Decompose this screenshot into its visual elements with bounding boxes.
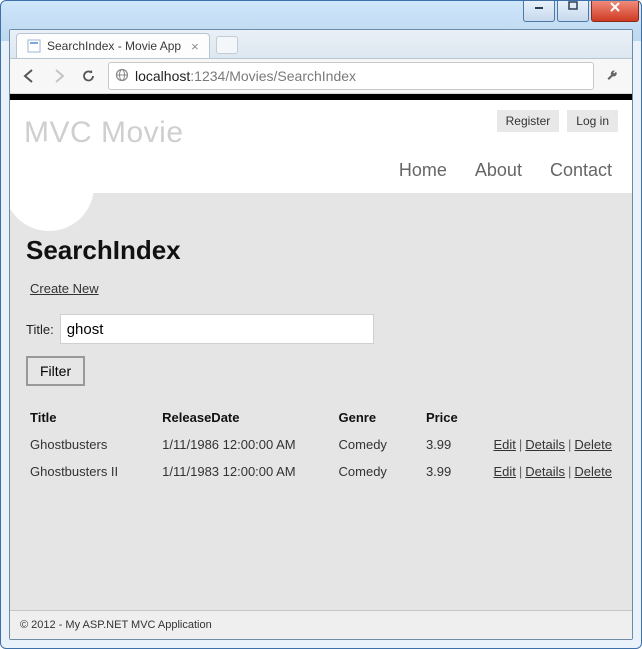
back-button[interactable] (18, 65, 40, 87)
filter-row: Title: (26, 314, 616, 344)
account-links: Register Log in (497, 110, 618, 132)
cell-genre: Comedy (335, 431, 422, 458)
cell-price: 3.99 (422, 458, 490, 485)
nav-about[interactable]: About (475, 160, 522, 181)
cell-actions: Edit|Details|Delete (489, 458, 616, 485)
filter-button[interactable]: Filter (26, 356, 85, 386)
col-header-actions (489, 404, 616, 431)
window-maximize-button[interactable] (557, 1, 589, 22)
site-header: Register Log in MVC Movie Home About Con… (10, 100, 632, 193)
forward-button[interactable] (48, 65, 70, 87)
page-favicon-icon (27, 39, 41, 53)
globe-icon (115, 68, 129, 85)
browser-window: SearchIndex - Movie App × localhost:1234… (9, 29, 633, 640)
page-viewport: Register Log in MVC Movie Home About Con… (10, 94, 632, 639)
edit-link[interactable]: Edit (493, 464, 515, 479)
details-link[interactable]: Details (525, 464, 565, 479)
window-close-button[interactable] (591, 1, 639, 22)
new-tab-button[interactable] (216, 36, 238, 54)
delete-link[interactable]: Delete (574, 437, 612, 452)
col-header-genre: Genre (335, 404, 422, 431)
col-header-title: Title (26, 404, 158, 431)
address-text: localhost:1234/Movies/SearchIndex (135, 68, 356, 84)
movies-table: Title ReleaseDate Genre Price Ghostbuste… (26, 404, 616, 485)
register-link[interactable]: Register (497, 110, 560, 132)
create-new-link[interactable]: Create New (30, 281, 99, 296)
cell-price: 3.99 (422, 431, 490, 458)
table-header-row: Title ReleaseDate Genre Price (26, 404, 616, 431)
col-header-release: ReleaseDate (158, 404, 334, 431)
cell-actions: Edit|Details|Delete (489, 431, 616, 458)
window-frame: SearchIndex - Movie App × localhost:1234… (0, 0, 642, 649)
main-nav: Home About Contact (24, 150, 618, 193)
details-link[interactable]: Details (525, 437, 565, 452)
cell-title: Ghostbusters (26, 431, 158, 458)
page-title: SearchIndex (26, 235, 616, 266)
cell-release: 1/11/1986 12:00:00 AM (158, 431, 334, 458)
cell-release: 1/11/1983 12:00:00 AM (158, 458, 334, 485)
window-minimize-button[interactable] (523, 1, 555, 22)
address-path: /Movies/SearchIndex (225, 68, 356, 84)
tab-strip: SearchIndex - Movie App × (10, 30, 632, 59)
col-header-price: Price (422, 404, 490, 431)
nav-contact[interactable]: Contact (550, 160, 612, 181)
address-port: :1234 (190, 68, 225, 84)
login-link[interactable]: Log in (567, 110, 618, 132)
table-row: Ghostbusters1/11/1986 12:00:00 AMComedy3… (26, 431, 616, 458)
tab-title: SearchIndex - Movie App (47, 39, 181, 53)
site-footer: © 2012 - My ASP.NET MVC Application (10, 610, 632, 639)
edit-link[interactable]: Edit (493, 437, 515, 452)
wrench-menu-button[interactable] (602, 65, 624, 87)
address-bar[interactable]: localhost:1234/Movies/SearchIndex (108, 62, 594, 90)
title-search-input[interactable] (60, 314, 374, 344)
window-title-bar (1, 1, 641, 29)
browser-toolbar: localhost:1234/Movies/SearchIndex (10, 59, 632, 94)
reload-button[interactable] (78, 65, 100, 87)
tab-close-icon[interactable]: × (191, 39, 199, 54)
address-host: localhost (135, 68, 190, 84)
table-row: Ghostbusters II1/11/1983 12:00:00 AMCome… (26, 458, 616, 485)
cell-title: Ghostbusters II (26, 458, 158, 485)
browser-tab[interactable]: SearchIndex - Movie App × (16, 33, 210, 58)
page-content: SearchIndex Create New Title: Filter Tit… (10, 193, 632, 501)
delete-link[interactable]: Delete (574, 464, 612, 479)
title-label: Title: (26, 322, 54, 337)
cell-genre: Comedy (335, 458, 422, 485)
nav-home[interactable]: Home (399, 160, 447, 181)
